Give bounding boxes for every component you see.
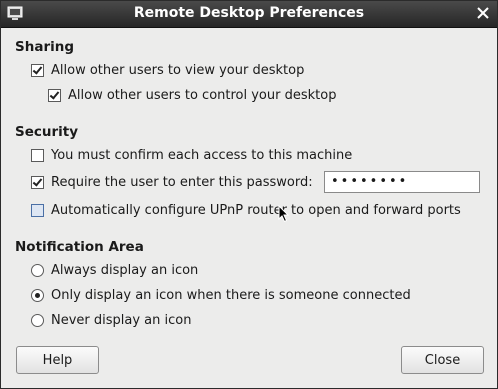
close-button[interactable]: Close <box>401 346 484 374</box>
require-password-label: Require the user to enter this password: <box>51 175 313 190</box>
upnp-label: Automatically configure UPnP router to o… <box>51 203 461 218</box>
checkbox-box[interactable] <box>48 89 61 102</box>
allow-control-checkbox[interactable]: Allow other users to control your deskto… <box>48 88 336 103</box>
preferences-window: Remote Desktop Preferences Sharing Allow… <box>0 0 498 389</box>
checkbox-box[interactable] <box>31 176 44 189</box>
notify-connected-radio[interactable]: Only display an icon when there is someo… <box>31 288 411 303</box>
confirm-access-label: You must confirm each access to this mac… <box>51 148 353 163</box>
checkbox-box[interactable] <box>31 149 44 162</box>
checkbox-box[interactable] <box>31 64 44 77</box>
radio-button[interactable] <box>31 264 44 277</box>
security-heading: Security <box>15 124 79 140</box>
upnp-checkbox[interactable]: Automatically configure UPnP router to o… <box>31 203 461 218</box>
allow-view-checkbox[interactable]: Allow other users to view your desktop <box>31 63 304 78</box>
sharing-heading: Sharing <box>15 39 75 55</box>
notification-heading: Notification Area <box>15 239 144 255</box>
radio-button[interactable] <box>31 314 44 327</box>
title-bar: Remote Desktop Preferences <box>1 1 497 28</box>
require-password-checkbox[interactable]: Require the user to enter this password: <box>31 175 313 190</box>
notify-never-radio[interactable]: Never display an icon <box>31 313 191 328</box>
close-icon[interactable] <box>475 5 491 21</box>
allow-control-label: Allow other users to control your deskto… <box>68 88 337 103</box>
allow-view-label: Allow other users to view your desktop <box>51 63 305 78</box>
help-button[interactable]: Help <box>16 346 99 374</box>
checkbox-box[interactable] <box>31 204 44 217</box>
window-title: Remote Desktop Preferences <box>133 5 365 21</box>
notify-never-label: Never display an icon <box>51 313 192 328</box>
notify-connected-label: Only display an icon when there is someo… <box>51 288 411 303</box>
notify-always-label: Always display an icon <box>51 263 199 278</box>
radio-button[interactable] <box>31 289 44 302</box>
notify-always-radio[interactable]: Always display an icon <box>31 263 198 278</box>
password-field[interactable]: •••••••• <box>324 171 480 193</box>
confirm-access-checkbox[interactable]: You must confirm each access to this mac… <box>31 148 352 163</box>
mouse-pointer-icon <box>278 205 290 223</box>
